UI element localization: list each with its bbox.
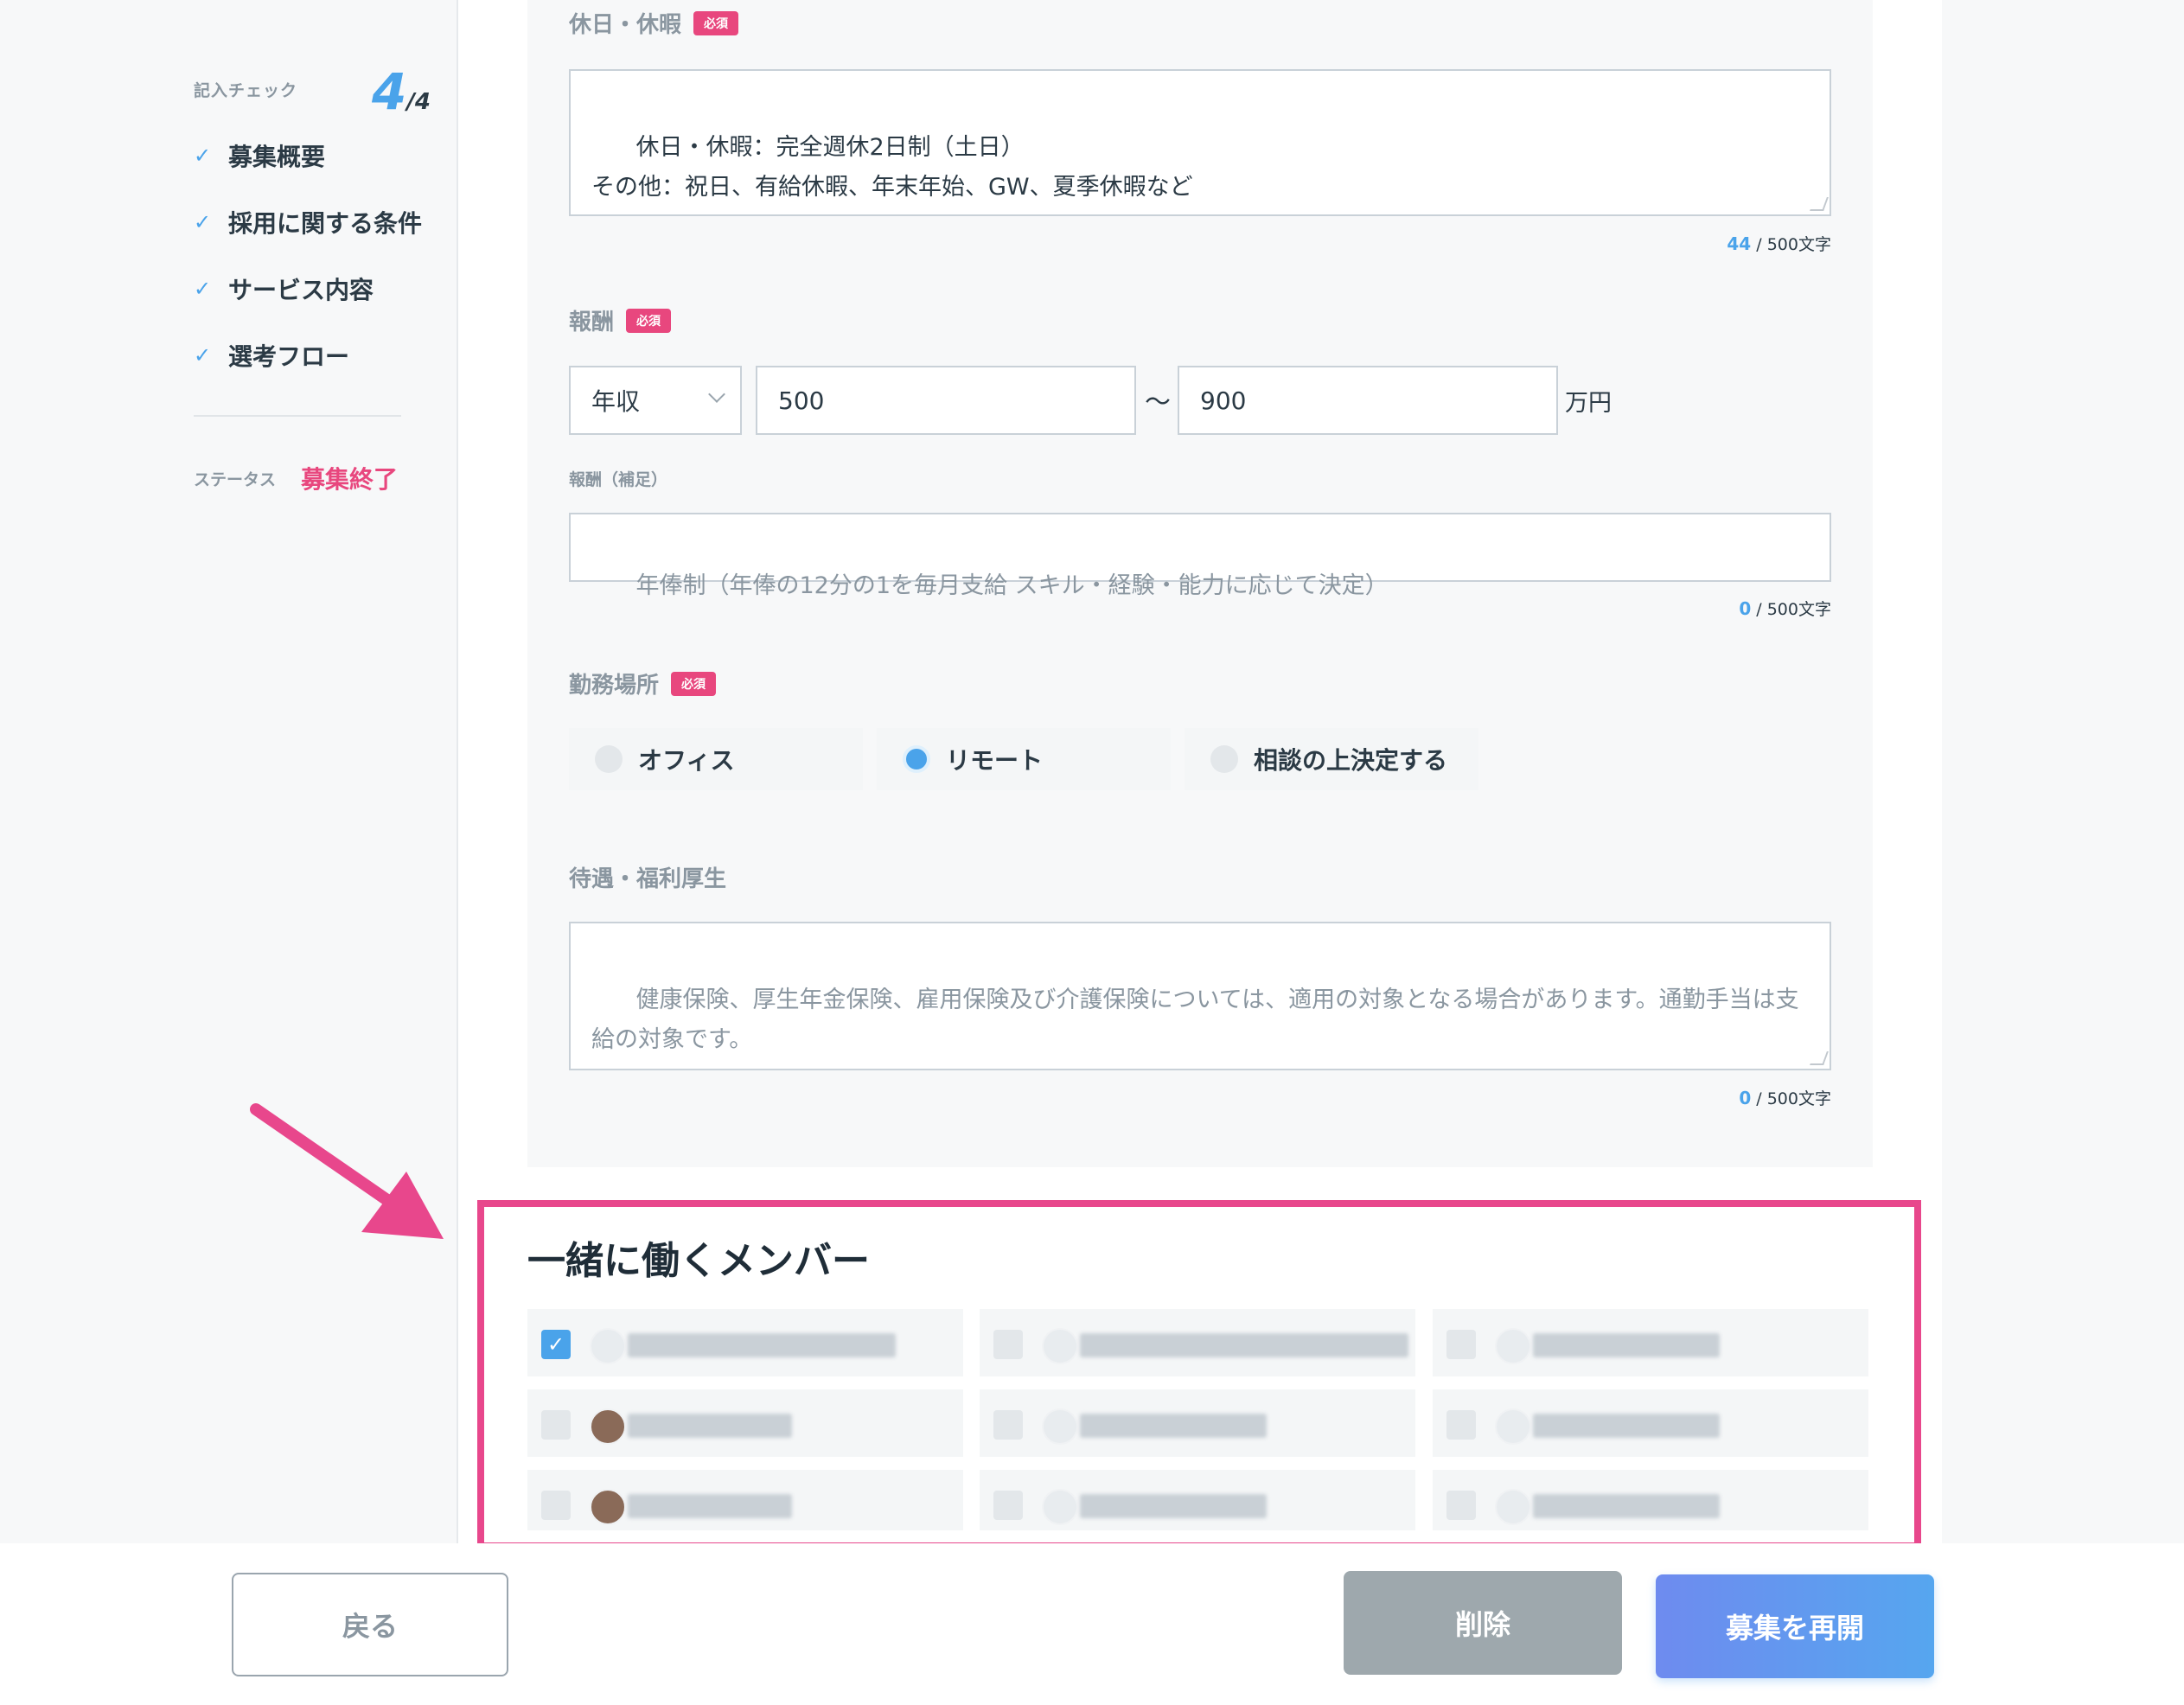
char-count: 44	[1727, 233, 1752, 254]
holidays-label: 休日・休暇 必須	[569, 7, 739, 39]
sidebar-item-overview[interactable]: ✓ 募集概要	[194, 138, 325, 173]
salary-type-select[interactable]: 年収	[569, 366, 742, 435]
benefits-textarea[interactable]: 健康保険、厚生年金保険、雇用保険及び介護保険については、適用の対象となる場合があ…	[569, 922, 1831, 1070]
sidebar: 記入チェック 4/4 ✓ 募集概要 ✓ 採用に関する条件 ✓ サービス内容 ✓ …	[0, 0, 458, 1543]
char-count: 0	[1739, 1088, 1752, 1108]
salary-note-placeholder: 年俸制（年俸の12分の1を毎月支給 スキル・経験・能力に応じて決定）	[635, 572, 1389, 599]
range-separator: 〜	[1145, 387, 1171, 418]
check-total-count: /4	[406, 89, 431, 115]
sidebar-item-selection-flow[interactable]: ✓ 選考フロー	[194, 338, 349, 373]
radio-label: リモート	[946, 746, 1044, 775]
delete-button[interactable]: 削除	[1344, 1571, 1622, 1675]
holidays-char-counter: 44 / 500文字	[1727, 232, 1831, 255]
check-progress: 4/4	[372, 62, 431, 121]
sidebar-item-label: 選考フロー	[228, 342, 350, 371]
location-option-office[interactable]: オフィス	[569, 728, 863, 790]
salary-unit: 万円	[1565, 390, 1612, 417]
status-badge: 募集終了	[301, 465, 399, 494]
sidebar-item-conditions[interactable]: ✓ 採用に関する条件	[194, 205, 422, 239]
location-option-consult[interactable]: 相談の上決定する	[1185, 728, 1478, 790]
chevron-down-icon	[708, 386, 725, 403]
sidebar-item-label: 募集概要	[228, 143, 326, 171]
required-badge: 必須	[693, 10, 739, 35]
location-label-text: 勤務場所	[569, 673, 660, 699]
radio-off-icon	[1210, 745, 1238, 773]
char-limit: / 500文字	[1756, 235, 1831, 254]
sidebar-item-label: サービス内容	[228, 276, 374, 304]
salary-type-value: 年収	[591, 387, 641, 416]
holidays-text: 休日・休暇：完全週休2日制（土日） その他：祝日、有給休暇、年末年始、GW、夏季…	[591, 134, 1193, 201]
sidebar-item-label: 採用に関する条件	[228, 209, 423, 238]
salary-note-label-text: 報酬（補足）	[569, 470, 668, 489]
location-label: 勤務場所 必須	[569, 667, 717, 699]
arrow-icon	[250, 1103, 444, 1239]
holidays-textarea[interactable]: 休日・休暇：完全週休2日制（土日） その他：祝日、有給休暇、年末年始、GW、夏季…	[569, 69, 1831, 216]
holidays-label-text: 休日・休暇	[569, 12, 682, 38]
salary-label-text: 報酬	[569, 310, 615, 335]
salary-max-input[interactable]: 900	[1178, 366, 1558, 435]
benefits-label: 待遇・福利厚生	[569, 861, 726, 893]
required-badge: 必須	[626, 308, 672, 333]
highlight-frame	[477, 1200, 1921, 1549]
resize-handle-icon[interactable]	[1810, 1051, 1829, 1065]
check-icon: ✓	[194, 144, 212, 168]
required-badge: 必須	[671, 671, 717, 696]
resize-handle-icon[interactable]	[1810, 197, 1829, 211]
check-heading: 記入チェック	[194, 81, 298, 100]
salary-note-input[interactable]: 年俸制（年俸の12分の1を毎月支給 スキル・経験・能力に応じて決定）	[569, 513, 1831, 599]
radio-label: オフィス	[638, 746, 735, 775]
status-label: ステータス	[194, 470, 277, 489]
check-icon: ✓	[194, 277, 212, 301]
char-count: 0	[1739, 598, 1752, 619]
benefits-label-text: 待遇・福利厚生	[569, 866, 727, 892]
benefits-placeholder: 健康保険、厚生年金保険、雇用保険及び介護保険については、適用の対象となる場合があ…	[591, 987, 1799, 1053]
radio-label: 相談の上決定する	[1254, 746, 1448, 775]
back-button[interactable]: 戻る	[232, 1573, 508, 1676]
salary-min-input[interactable]: 500	[756, 366, 1136, 435]
reopen-recruitment-button[interactable]: 募集を再開	[1656, 1574, 1934, 1678]
form-card: 休日・休暇 必須 休日・休暇：完全週休2日制（土日） その他：祝日、有給休暇、年…	[527, 0, 1873, 1167]
salary-note-label: 報酬（補足）	[569, 467, 667, 490]
sidebar-item-service[interactable]: ✓ サービス内容	[194, 271, 374, 306]
check-icon: ✓	[194, 343, 212, 367]
salary-label: 報酬 必須	[569, 304, 672, 336]
check-icon: ✓	[194, 210, 212, 234]
salary-max-value: 900	[1200, 386, 1247, 415]
benefits-char-counter: 0 / 500文字	[1739, 1086, 1831, 1109]
salary-note-char-counter: 0 / 500文字	[1739, 597, 1831, 620]
radio-off-icon	[595, 745, 623, 773]
radio-on-icon	[903, 745, 930, 773]
check-done-count: 4	[372, 62, 407, 121]
char-limit: / 500文字	[1756, 1089, 1831, 1108]
char-limit: / 500文字	[1756, 600, 1831, 619]
sidebar-divider	[194, 415, 401, 417]
location-option-remote[interactable]: リモート	[877, 728, 1171, 790]
salary-min-value: 500	[778, 386, 825, 415]
